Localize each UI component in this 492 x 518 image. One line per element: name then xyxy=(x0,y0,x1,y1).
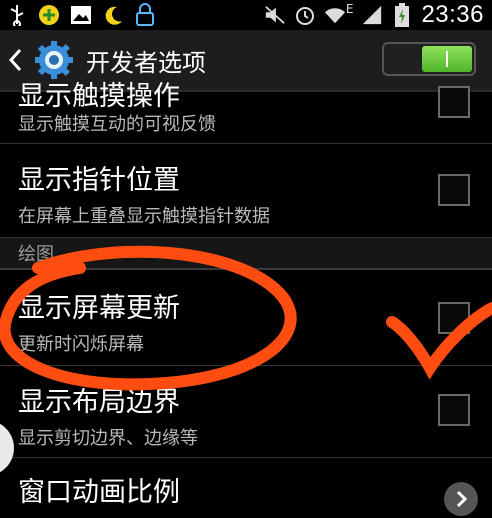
chevron-right-icon[interactable] xyxy=(444,482,478,516)
list-item-title: 显示指针位置 xyxy=(18,165,180,196)
checkbox[interactable] xyxy=(438,86,470,118)
alarm-icon xyxy=(294,4,316,26)
list-item-window-animation-scale[interactable]: 窗口动画比例 xyxy=(0,458,492,518)
developer-options-toggle[interactable] xyxy=(382,42,476,76)
plus-icon xyxy=(38,4,60,26)
moon-icon xyxy=(102,4,124,26)
network-type-label: E xyxy=(345,2,354,16)
section-header-drawing: 绘图 xyxy=(0,238,492,270)
toggle-knob xyxy=(422,46,472,72)
list-item-title: 显示屏幕更新 xyxy=(18,293,180,324)
list-item-title: 显示触摸操作 xyxy=(18,81,180,112)
settings-list: 显示触摸操作 显示触摸互动的可视反馈 显示指针位置 在屏幕上重叠显示触摸指针数据… xyxy=(0,81,492,518)
checkbox[interactable] xyxy=(438,174,470,206)
mute-icon xyxy=(264,4,286,26)
checkbox[interactable] xyxy=(438,394,470,426)
list-item-subtitle: 显示触摸互动的可视反馈 xyxy=(18,114,216,135)
list-item-show-screen-updates[interactable]: 显示屏幕更新 更新时闪烁屏幕 xyxy=(0,270,492,366)
list-item-title: 窗口动画比例 xyxy=(18,477,180,508)
usb-icon xyxy=(6,4,28,26)
wifi-icon xyxy=(324,4,346,26)
list-item-title: 显示布局边界 xyxy=(18,387,180,418)
list-item-pointer-location[interactable]: 显示指针位置 在屏幕上重叠显示触摸指针数据 xyxy=(0,144,492,238)
list-item-subtitle: 显示剪切边界、边缘等 xyxy=(18,428,198,449)
checkbox[interactable] xyxy=(438,302,470,334)
back-arrow-icon[interactable] xyxy=(8,45,26,75)
list-item-show-layout-bounds[interactable]: 显示布局边界 显示剪切边界、边缘等 xyxy=(0,366,492,458)
page-title: 开发者选项 xyxy=(86,48,206,77)
lock-icon xyxy=(134,3,156,26)
image-icon xyxy=(70,4,92,26)
section-label: 绘图 xyxy=(18,244,54,265)
clock-time: 23:36 xyxy=(421,1,484,28)
battery-charging-icon xyxy=(391,3,413,27)
list-item-subtitle: 在屏幕上重叠显示触摸指针数据 xyxy=(18,206,270,227)
list-item-subtitle: 更新时闪烁屏幕 xyxy=(18,334,144,355)
signal-icon xyxy=(361,4,383,26)
status-bar: E 23:36 xyxy=(0,0,492,30)
list-item-show-touches[interactable]: 显示触摸操作 显示触摸互动的可视反馈 xyxy=(0,81,492,144)
